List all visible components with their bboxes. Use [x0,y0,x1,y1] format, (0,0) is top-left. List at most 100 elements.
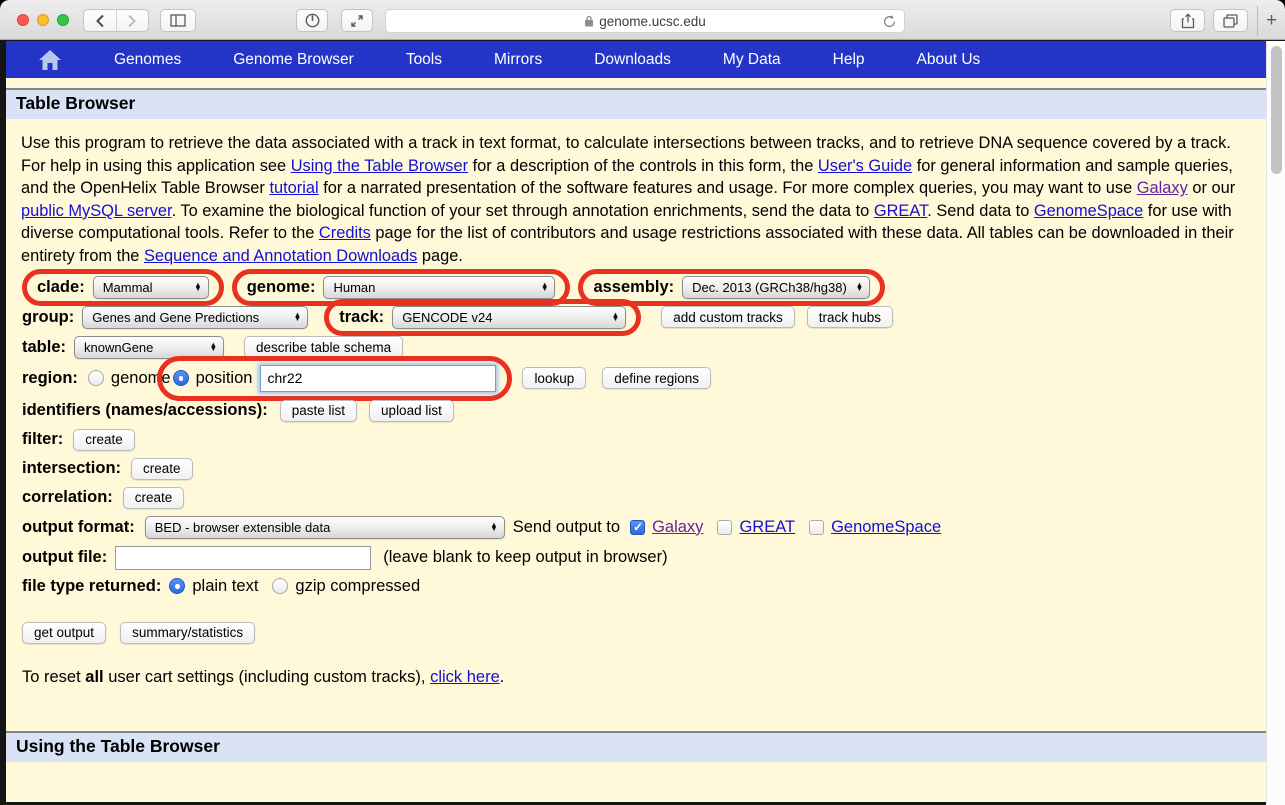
filter-create-button[interactable]: create [73,429,135,451]
nav-item-downloads[interactable]: Downloads [594,51,671,69]
nav-item-tools[interactable]: Tools [406,51,442,69]
track-label: track: [339,308,384,327]
genome-radio[interactable] [88,370,104,386]
close-window-button[interactable] [17,14,29,26]
lookup-button[interactable]: lookup [522,367,586,389]
extension-button[interactable] [296,9,328,32]
row-correlation: correlation: create [22,487,1266,509]
inline-link[interactable]: public MySQL server [21,202,172,220]
inline-link[interactable]: Using the Table Browser [291,157,468,175]
destination-galaxy: Galaxy [630,518,703,537]
nav-item-help[interactable]: Help [833,51,865,69]
address-bar[interactable]: genome.ucsc.edu [385,9,905,33]
clade-label: clade: [37,278,85,297]
sidebar-icon [170,14,186,27]
ucsc-nav-bar: Genomes Genome Browser Tools Mirrors Dow… [6,41,1266,78]
correlation-label: correlation: [22,488,113,507]
scrollbar-thumb[interactable] [1271,46,1282,174]
genomespace-link[interactable]: GenomeSpace [831,518,941,537]
back-icon [95,14,105,28]
browser-chrome: genome.ucsc.edu + [0,0,1285,40]
region-position-option[interactable]: position [173,369,253,388]
describe-table-schema-button[interactable]: describe table schema [244,336,403,358]
fullscreen-button[interactable] [341,9,373,32]
genomespace-checkbox[interactable] [809,520,824,535]
inline-link[interactable]: click here [430,668,500,686]
great-link[interactable]: GREAT [739,518,795,537]
gzip-radio[interactable] [272,578,288,594]
output-file-input[interactable] [115,546,371,570]
row-clade-genome-assembly: clade: Mammal ▲▼ genome: Human ▲▼ [22,276,1266,299]
row-identifiers: identifiers (names/accessions): paste li… [22,400,1266,422]
plain-text-radio[interactable] [169,578,185,594]
page-viewport: Genomes Genome Browser Tools Mirrors Dow… [0,41,1285,805]
destination-great: GREAT [717,518,795,537]
genome-select[interactable]: Human ▲▼ [323,276,555,299]
filter-label: filter: [22,430,63,449]
correlation-create-button[interactable]: create [123,487,185,509]
file-type-plain-text-option[interactable]: plain text [169,577,258,596]
zoom-window-button[interactable] [57,14,69,26]
row-filter: filter: create [22,429,1266,451]
share-button[interactable] [1170,9,1205,32]
row-file-type: file type returned: plain text gzip comp… [22,577,1266,596]
great-checkbox[interactable] [717,520,732,535]
get-output-button[interactable]: get output [22,622,106,644]
table-label: table: [22,338,66,357]
group-label: group: [22,308,74,327]
inline-link[interactable]: GenomeSpace [1034,202,1143,220]
sidebar-button[interactable] [160,9,196,32]
clade-select[interactable]: Mammal ▲▼ [93,276,209,299]
genome-label: genome: [247,278,316,297]
back-button[interactable] [84,10,116,31]
position-radio[interactable] [173,370,189,386]
show-tabs-button[interactable] [1213,9,1248,32]
inline-link[interactable]: Galaxy [1137,179,1188,197]
row-output-format: output format: BED - browser extensible … [22,516,1266,539]
file-type-label: file type returned: [22,577,161,596]
galaxy-link[interactable]: Galaxy [652,518,703,537]
nav-item-about-us[interactable]: About Us [917,51,981,69]
nav-item-genome-browser[interactable]: Genome Browser [233,51,354,69]
clade-annotation-circle: clade: Mammal ▲▼ [22,269,224,306]
track-select[interactable]: GENCODE v24 ▲▼ [392,306,626,329]
output-format-select[interactable]: BED - browser extensible data ▲▼ [145,516,505,539]
inline-link[interactable]: Sequence and Annotation Downloads [144,247,417,265]
reload-button[interactable] [882,14,897,32]
chevron-updown-icon: ▲▼ [294,313,301,321]
paste-list-button[interactable]: paste list [280,400,357,422]
history-nav-group [83,9,149,32]
new-tab-button[interactable]: + [1257,6,1285,36]
forward-button[interactable] [116,10,149,31]
inline-link[interactable]: Credits [319,224,371,242]
file-type-gzip-option[interactable]: gzip compressed [272,577,420,596]
position-annotation-circle: position [157,356,513,401]
bottom-section-title: Using the Table Browser [6,731,1266,762]
add-custom-tracks-button[interactable]: add custom tracks [661,306,795,328]
define-regions-button[interactable]: define regions [602,367,711,389]
group-select[interactable]: Genes and Gene Predictions ▲▼ [82,306,308,329]
row-region: region: genome position lookup define re… [22,366,1266,391]
minimize-window-button[interactable] [37,14,49,26]
nav-item-my-data[interactable]: My Data [723,51,781,69]
scrollbar-track[interactable] [1266,41,1285,805]
upload-list-button[interactable]: upload list [369,400,454,422]
assembly-select[interactable]: Dec. 2013 (GRCh38/hg38) ▲▼ [682,276,870,299]
inline-link[interactable]: User's Guide [818,157,912,175]
inline-link[interactable]: tutorial [269,179,318,197]
nav-item-mirrors[interactable]: Mirrors [494,51,542,69]
position-input[interactable] [260,365,496,392]
privacy-circle-icon [305,13,320,28]
chevron-updown-icon: ▲▼ [210,343,217,351]
inline-link[interactable]: GREAT [874,202,927,220]
home-icon[interactable] [38,49,62,71]
summary-statistics-button[interactable]: summary/statistics [120,622,255,644]
track-hubs-button[interactable]: track hubs [807,306,893,328]
intersection-create-button[interactable]: create [131,458,193,480]
browser-window: genome.ucsc.edu + [0,0,1285,805]
assembly-label: assembly: [593,278,674,297]
nav-item-genomes[interactable]: Genomes [114,51,181,69]
intersection-label: intersection: [22,459,121,478]
galaxy-checkbox[interactable] [630,520,645,535]
track-annotation-circle: track: GENCODE v24 ▲▼ [324,299,641,336]
